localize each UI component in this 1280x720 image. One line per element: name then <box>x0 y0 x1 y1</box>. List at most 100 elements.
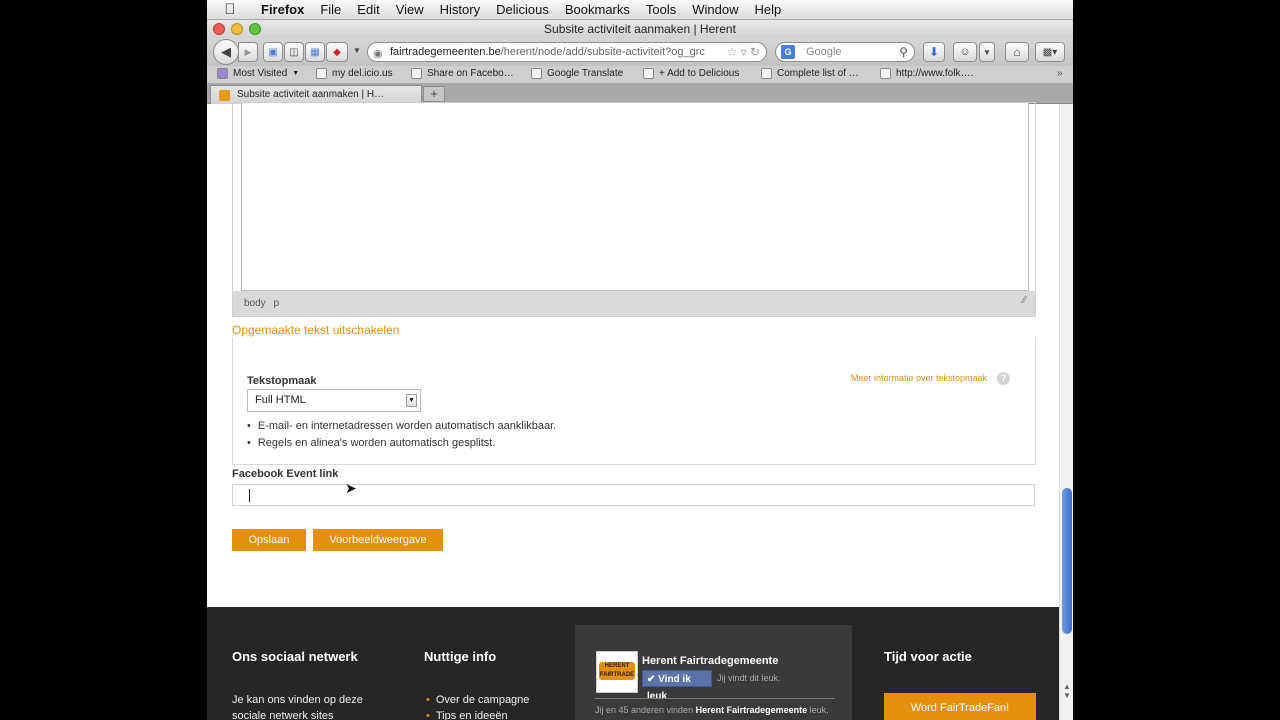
grid-icon: ▩▾ <box>1042 46 1058 58</box>
menu-view[interactable]: View <box>388 2 432 17</box>
menu-tools[interactable]: Tools <box>638 2 684 17</box>
menu-history[interactable]: History <box>432 2 488 17</box>
rich-text-editor: body p ∕∕ <box>232 102 1036 317</box>
footer-link-tips[interactable]: Tips en ideeën <box>426 710 508 720</box>
bookmark-share-facebook[interactable]: Share on Facebo… <box>411 68 514 79</box>
url-path: /herent/node/add/subsite-activiteit?og_g… <box>500 46 705 58</box>
menu-file[interactable]: File <box>312 2 349 17</box>
editor-path-body[interactable]: body <box>244 298 266 309</box>
dropdown-arrow-icon[interactable]: ▼ <box>353 46 361 55</box>
facebook-like-box: HERENT FAIRTRADE Herent Fairtradegemeente… <box>575 625 852 720</box>
text-format-label: Tekstopmaak <box>247 375 317 387</box>
menu-bookmarks[interactable]: Bookmarks <box>557 2 638 17</box>
footer-info-title: Nuttige info <box>424 649 497 664</box>
globe-icon: ◉ <box>373 48 383 60</box>
close-window-button[interactable] <box>213 23 225 35</box>
chevron-down-icon: ▼ <box>292 70 300 77</box>
facebook-you-like-text: Jij vindt dit leuk. <box>717 673 781 683</box>
menu-help[interactable]: Help <box>747 2 790 17</box>
bookmark-star-icon[interactable]: ☆ ▿ ↻ <box>726 43 760 61</box>
menu-firefox[interactable]: Firefox <box>253 2 312 17</box>
window-titlebar: Subsite activiteit aanmaken | Herent <box>207 20 1073 38</box>
site-footer: Ons sociaal netwerk Je kan ons vinden op… <box>207 607 1059 720</box>
tab-groups-button[interactable]: ▩▾ <box>1035 42 1065 62</box>
page-icon <box>411 68 422 79</box>
menu-edit[interactable]: Edit <box>349 2 387 17</box>
bookmark-google-translate[interactable]: Google Translate <box>531 68 623 79</box>
tab-label: Subsite activiteit aanmaken | H… <box>237 89 385 100</box>
back-button[interactable]: ◀ <box>213 39 239 65</box>
help-icon[interactable]: ? <box>997 372 1010 385</box>
page-icon: ▣ <box>268 46 278 58</box>
vertical-scrollbar[interactable]: ▲ ▼ <box>1059 104 1073 720</box>
bookmark-add-to-delicious[interactable]: + Add to Delicious <box>643 68 739 79</box>
footer-social-title: Ons sociaal netwerk <box>232 649 358 664</box>
text-format-select[interactable]: Full HTML ▼ <box>247 389 421 412</box>
window-title: Subsite activiteit aanmaken | Herent <box>544 22 736 36</box>
scrollbar-thumb[interactable] <box>1062 488 1072 634</box>
footer-link-campaign[interactable]: Over de campagne <box>426 694 530 706</box>
page-icon <box>643 68 654 79</box>
back-arrow-icon: ◀ <box>221 44 231 59</box>
image-icon: ▦ <box>310 46 320 58</box>
navigation-toolbar: ◀ ▶ ▣ ◫ ▦ ◆ ▼ ◉ fairtradegemeenten.be/he… <box>207 38 1073 66</box>
text-format-value: Full HTML <box>255 394 306 406</box>
text-format-fieldset: Tekstopmaak Full HTML ▼ Meer informatie … <box>232 337 1036 465</box>
format-tip: Regels en alinea's worden automatisch ge… <box>247 437 496 449</box>
bookmark-most-visited[interactable]: Most Visited ▼ <box>217 68 299 79</box>
scroll-arrows-icon[interactable]: ▲ ▼ <box>1061 682 1073 700</box>
preview-button[interactable]: Voorbeeldweergave <box>313 529 443 551</box>
bookmarks-overflow-icon[interactable]: » <box>1057 68 1063 79</box>
browser-screen:  Firefox File Edit View History Delicio… <box>207 0 1073 720</box>
forward-button[interactable]: ▶ <box>238 42 258 62</box>
downloads-button[interactable]: ⬇ <box>923 42 945 62</box>
url-host: fairtradegemeenten.be <box>390 46 501 58</box>
bookmark-folk[interactable]: http://www.folk…. <box>880 68 973 79</box>
google-icon: G <box>781 45 795 59</box>
apple-icon[interactable]:  <box>207 1 253 18</box>
new-tab-button[interactable]: + <box>423 86 445 102</box>
addon-menu-button[interactable]: ▼ <box>979 42 995 62</box>
home-button[interactable]: ⌂ <box>1005 42 1029 62</box>
herent-logo-badge: HERENT FAIRTRADE <box>599 662 635 680</box>
format-tip: E-mail- en internetadressen worden autom… <box>247 420 556 432</box>
tab-strip: Subsite activiteit aanmaken | H… + <box>207 84 1073 104</box>
delicious-tag-button[interactable]: ◆ <box>326 42 348 62</box>
zoom-window-button[interactable] <box>249 23 261 35</box>
save-button[interactable]: Opslaan <box>232 529 306 551</box>
screenshot-button[interactable]: ▦ <box>305 42 325 62</box>
editor-text-area[interactable] <box>241 103 1029 291</box>
disable-rich-text-link[interactable]: Opgemaakte tekst uitschakelen <box>232 323 399 337</box>
footer-social-text: sociale netwerk sites <box>232 710 334 720</box>
page-icon <box>880 68 891 79</box>
format-info-link[interactable]: Meer informatie over tekstopmaak <box>851 373 987 383</box>
facebook-like-count: Jij en 45 anderen vinden Herent Fairtrad… <box>595 705 829 715</box>
editor-path-bar: body p ∕∕ <box>233 291 1035 316</box>
facebook-event-label: Facebook Event link <box>232 468 339 480</box>
chevron-down-icon: ▼ <box>983 47 991 57</box>
menu-window[interactable]: Window <box>684 2 746 17</box>
tag-icon: ◆ <box>333 46 341 58</box>
reload-page-button[interactable]: ▣ <box>263 42 283 62</box>
minimize-window-button[interactable] <box>231 23 243 35</box>
chevron-down-icon: ▼ <box>406 394 417 407</box>
facebook-like-button[interactable]: ✔ Vind ik leuk <box>642 670 712 702</box>
address-bar[interactable]: ◉ fairtradegemeenten.be/herent/node/add/… <box>367 42 767 62</box>
editor-path-p[interactable]: p <box>273 298 279 309</box>
search-icon[interactable]: ⚲ <box>899 43 908 61</box>
print-button[interactable]: ◫ <box>284 42 304 62</box>
search-placeholder: Google <box>806 46 842 58</box>
site-favicon-icon <box>219 90 230 101</box>
menu-delicious[interactable]: Delicious <box>488 2 557 17</box>
facebook-page-name[interactable]: Herent Fairtradegemeente <box>642 655 778 667</box>
herent-logo[interactable]: HERENT FAIRTRADE <box>596 651 638 693</box>
bookmark-complete-list[interactable]: Complete list of … <box>761 68 859 79</box>
greasemonkey-button[interactable]: ☺ <box>953 42 977 62</box>
text-caret <box>249 489 250 502</box>
mac-menubar:  Firefox File Edit View History Delicio… <box>207 0 1073 20</box>
fairtrade-fan-button[interactable]: Word FairTradeFan! <box>884 693 1036 720</box>
search-input[interactable]: G Google ⚲ <box>775 42 915 62</box>
bookmark-my-delicious[interactable]: my del.icio.us <box>316 68 393 79</box>
resize-grip-icon[interactable]: ∕∕ <box>1023 288 1026 313</box>
plus-icon: + <box>430 86 438 101</box>
